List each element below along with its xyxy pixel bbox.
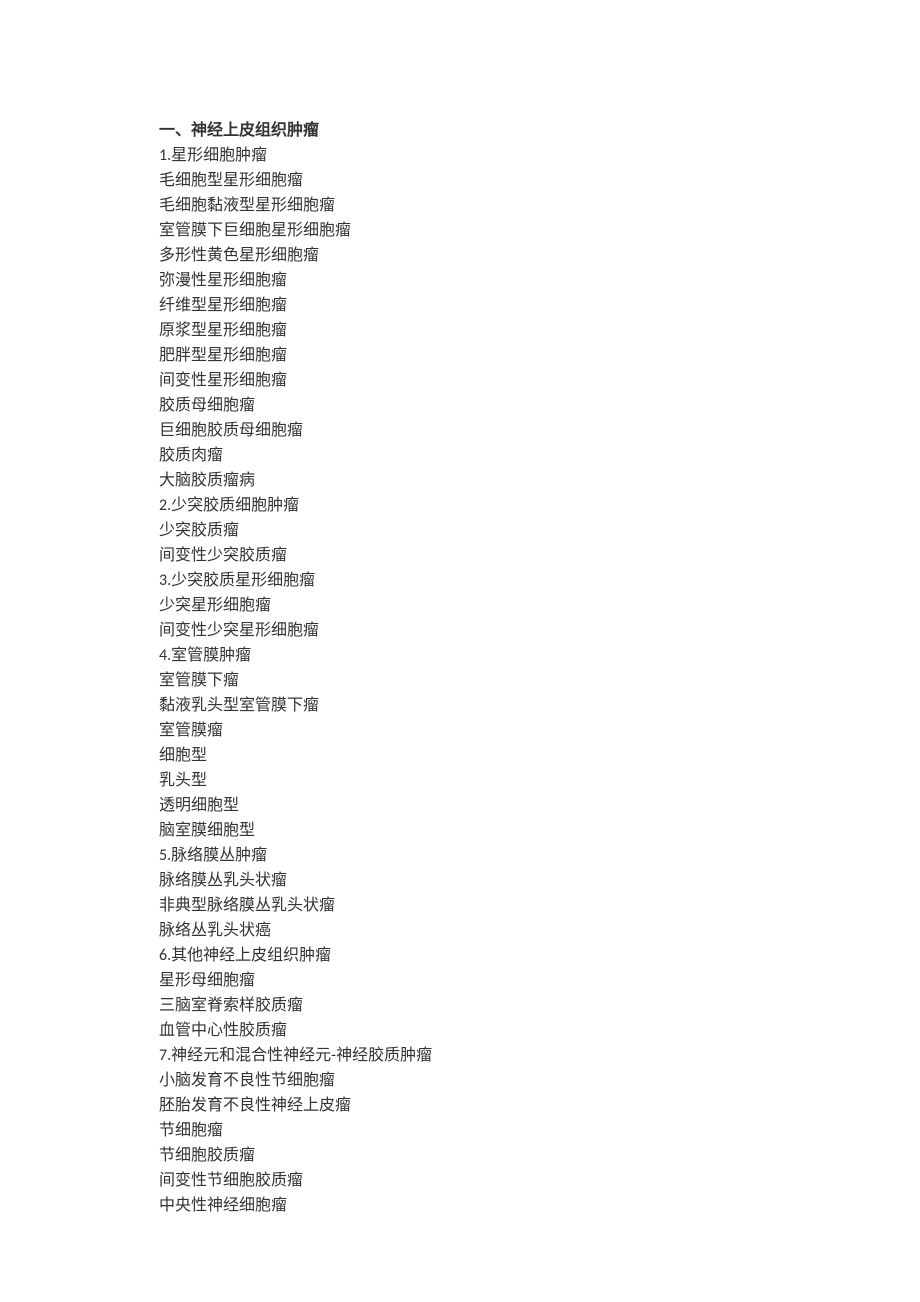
list-item: 弥漫性星形细胞瘤 <box>159 268 920 293</box>
list-item: 原浆型星形细胞瘤 <box>159 318 920 343</box>
section-title-pre: 神经元和混合性神经元 <box>171 1047 331 1064</box>
list-item: 节细胞胶质瘤 <box>159 1143 920 1168</box>
section-number: 2. <box>159 496 171 515</box>
section-header: 4.室管膜肿瘤 <box>159 643 920 668</box>
main-heading: 一、神经上皮组织肿瘤 <box>159 118 920 143</box>
list-item: 肥胖型星形细胞瘤 <box>159 343 920 368</box>
list-item: 毛细胞黏液型星形细胞瘤 <box>159 193 920 218</box>
section-title: 其他神经上皮组织肿瘤 <box>171 947 331 964</box>
list-item: 黏液乳头型室管膜下瘤 <box>159 693 920 718</box>
section-title: 少突胶质星形细胞瘤 <box>171 572 315 589</box>
list-item: 间变性星形细胞瘤 <box>159 368 920 393</box>
section-header: 1.星形细胞肿瘤 <box>159 143 920 168</box>
list-item: 少突胶质瘤 <box>159 518 920 543</box>
section-header: 3.少突胶质星形细胞瘤 <box>159 568 920 593</box>
list-item: 胚胎发育不良性神经上皮瘤 <box>159 1093 920 1118</box>
list-item: 少突星形细胞瘤 <box>159 593 920 618</box>
document-content: 一、神经上皮组织肿瘤 1.星形细胞肿瘤毛细胞型星形细胞瘤毛细胞黏液型星形细胞瘤室… <box>159 118 920 1218</box>
list-item: 大脑胶质瘤病 <box>159 468 920 493</box>
list-item: 胶质肉瘤 <box>159 443 920 468</box>
section-header: 2.少突胶质细胞肿瘤 <box>159 493 920 518</box>
list-item: 巨细胞胶质母细胞瘤 <box>159 418 920 443</box>
list-item: 纤维型星形细胞瘤 <box>159 293 920 318</box>
section-header: 7.神经元和混合性神经元-神经胶质肿瘤 <box>159 1043 920 1068</box>
list-item: 胶质母细胞瘤 <box>159 393 920 418</box>
section-number: 3. <box>159 571 171 590</box>
section-title: 室管膜肿瘤 <box>171 647 251 664</box>
section-number: 1. <box>159 146 171 165</box>
list-item: 脉络丛乳头状癌 <box>159 918 920 943</box>
section-title: 脉络膜丛肿瘤 <box>171 847 267 864</box>
list-item: 三脑室脊索样胶质瘤 <box>159 993 920 1018</box>
list-item: 室管膜下瘤 <box>159 668 920 693</box>
list-item: 间变性少突胶质瘤 <box>159 543 920 568</box>
list-item: 脉络膜丛乳头状瘤 <box>159 868 920 893</box>
section-header: 5.脉络膜丛肿瘤 <box>159 843 920 868</box>
list-item: 血管中心性胶质瘤 <box>159 1018 920 1043</box>
list-item: 细胞型 <box>159 743 920 768</box>
list-item: 星形母细胞瘤 <box>159 968 920 993</box>
list-item: 间变性少突星形细胞瘤 <box>159 618 920 643</box>
list-item: 室管膜瘤 <box>159 718 920 743</box>
list-item: 间变性节细胞胶质瘤 <box>159 1168 920 1193</box>
list-item: 非典型脉络膜丛乳头状瘤 <box>159 893 920 918</box>
list-item: 脑室膜细胞型 <box>159 818 920 843</box>
list-item: 中央性神经细胞瘤 <box>159 1193 920 1218</box>
list-item: 节细胞瘤 <box>159 1118 920 1143</box>
section-number: 6. <box>159 946 171 965</box>
list-item: 多形性黄色星形细胞瘤 <box>159 243 920 268</box>
list-item: 毛细胞型星形细胞瘤 <box>159 168 920 193</box>
list-item: 乳头型 <box>159 768 920 793</box>
section-title: 少突胶质细胞肿瘤 <box>171 497 299 514</box>
section-title: 星形细胞肿瘤 <box>171 147 267 164</box>
section-header: 6.其他神经上皮组织肿瘤 <box>159 943 920 968</box>
section-title-post: 神经胶质肿瘤 <box>336 1047 432 1064</box>
section-number: 5. <box>159 846 171 865</box>
list-item: 透明细胞型 <box>159 793 920 818</box>
list-item: 室管膜下巨细胞星形细胞瘤 <box>159 218 920 243</box>
section-number: 7. <box>159 1046 171 1065</box>
section-number: 4. <box>159 646 171 665</box>
list-item: 小脑发育不良性节细胞瘤 <box>159 1068 920 1093</box>
